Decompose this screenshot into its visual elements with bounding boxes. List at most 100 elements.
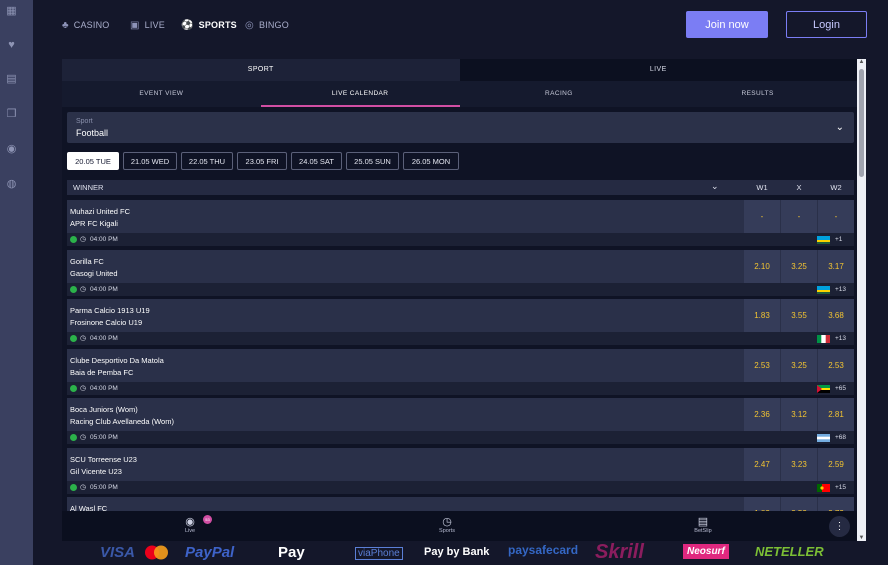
- scrollbar-thumb[interactable]: [859, 69, 864, 177]
- team-home: Parma Calcio 1913 U19: [70, 306, 150, 315]
- heart-icon[interactable]: ♥: [6, 40, 17, 51]
- clock-icon: ◷: [80, 236, 87, 243]
- odd-x-button[interactable]: 3.55: [781, 299, 817, 332]
- tab-sport[interactable]: SPORT: [62, 59, 460, 81]
- odd-w2-button[interactable]: 2.53: [818, 348, 854, 382]
- match-footer: ◷ 04:00 PM +13: [67, 282, 854, 296]
- odd-w2-button[interactable]: 2.81: [818, 398, 854, 431]
- match-row[interactable]: Clube Desportivo Da Matola Baia de Pemba …: [67, 348, 854, 396]
- sports-panel: SPORT LIVE EVENT VIEW LIVE CALENDAR RACI…: [62, 59, 857, 511]
- match-row[interactable]: Muhazi United FC APR FC Kigali - - - ◷ 04:00 P…: [67, 200, 854, 247]
- odd-w1-button[interactable]: 1.83: [744, 299, 780, 332]
- match-body[interactable]: Al Wasl FC 1.823.523.72: [67, 497, 854, 511]
- match-row[interactable]: SCU Torreense U23 Gil Vicente U23 2.47 3.23…: [67, 447, 854, 495]
- match-body[interactable]: Boca Juniors (Wom) Racing Club Avellaneda…: [67, 398, 854, 431]
- team-away: Gil Vicente U23: [70, 466, 122, 476]
- date-chip[interactable]: 24.05 SAT: [291, 152, 342, 170]
- tab-live-calendar[interactable]: LIVE CALENDAR: [260, 81, 460, 107]
- match-body[interactable]: Parma Calcio 1913 U19 Frosinone Calcio U1…: [67, 299, 854, 332]
- odd-w2-button[interactable]: 3.72: [818, 497, 854, 511]
- more-markets-link[interactable]: +13: [835, 335, 846, 342]
- tab-live[interactable]: LIVE: [459, 59, 857, 81]
- nav-bingo[interactable]: ◎ BINGO: [245, 17, 289, 33]
- nav-sports[interactable]: ⚽ SPORTS: [181, 17, 237, 33]
- odd-w2-button[interactable]: 3.68: [818, 299, 854, 332]
- mozambique-flag-icon: [817, 384, 830, 393]
- nav-live-label: LIVE: [144, 20, 165, 30]
- odd-w1-button[interactable]: 2.53: [744, 348, 780, 382]
- match-row[interactable]: Parma Calcio 1913 U19 Frosinone Calcio U1…: [67, 299, 854, 346]
- tab-racing[interactable]: RACING: [460, 81, 659, 107]
- match-body[interactable]: Muhazi United FC APR FC Kigali - - -: [67, 200, 854, 233]
- payviaphone-logo: viaPhone: [355, 547, 403, 560]
- more-options-button[interactable]: ⋮: [829, 516, 850, 537]
- date-chip[interactable]: 21.05 WED: [123, 152, 177, 170]
- secondary-tabs: EVENT VIEW LIVE CALENDAR RACING RESULTS: [62, 81, 857, 107]
- odd-x-button[interactable]: 3.52: [781, 497, 817, 511]
- chat-icon[interactable]: ◍: [6, 179, 17, 190]
- date-chip[interactable]: 22.05 THU: [181, 152, 233, 170]
- live-stream-icon: [70, 285, 77, 293]
- argentina-flag-icon: [817, 434, 830, 442]
- odd-x-button[interactable]: -: [781, 200, 817, 233]
- tab-event-view[interactable]: EVENT VIEW: [62, 81, 261, 107]
- market-header[interactable]: WINNER ⌄ W1 X W2: [67, 180, 854, 195]
- date-chip[interactable]: 23.05 FRI: [237, 152, 287, 170]
- odd-x-button[interactable]: 3.25: [781, 348, 817, 382]
- match-footer: ◷ 05:00 PM +68: [67, 431, 854, 444]
- clock-icon: ◷: [80, 285, 87, 293]
- team-home: SCU Torreense U23: [70, 454, 137, 464]
- odd-x-button[interactable]: 3.23: [781, 447, 817, 481]
- live-stream-icon: [70, 335, 77, 342]
- left-rail: ▦ ♥ ▤ ❒ ◉ ◍: [0, 0, 33, 565]
- scroll-up-icon[interactable]: ▲: [858, 59, 865, 65]
- date-chip[interactable]: 26.05 MON: [403, 152, 459, 170]
- match-time: 04:00 PM: [90, 384, 118, 392]
- scrollbar[interactable]: ▲ ▼: [857, 59, 866, 541]
- match-time: 04:00 PM: [90, 285, 118, 293]
- odd-x-button[interactable]: 3.25: [781, 249, 817, 283]
- nav-sports-label: SPORTS: [198, 20, 237, 30]
- clock-icon: ◷: [80, 434, 87, 441]
- bottom-sports[interactable]: ◷ Sports: [427, 515, 467, 534]
- grid-icon[interactable]: ▦: [6, 6, 17, 17]
- odd-w1-button[interactable]: -: [744, 200, 780, 233]
- chip-icon[interactable]: ◉: [6, 144, 17, 155]
- date-chip[interactable]: 25.05 SUN: [346, 152, 399, 170]
- match-body[interactable]: Gorilla FC Gasogi United 2.10 3.25 3.17: [67, 249, 854, 283]
- match-row[interactable]: Boca Juniors (Wom) Racing Club Avellaneda…: [67, 398, 854, 445]
- login-button[interactable]: Login: [786, 11, 867, 38]
- tab-results[interactable]: RESULTS: [658, 81, 857, 107]
- odd-w1-button[interactable]: 2.36: [744, 398, 780, 431]
- odd-x-button[interactable]: 3.12: [781, 398, 817, 431]
- applepay-label: Pay: [278, 544, 305, 561]
- odd-w2-button[interactable]: 2.59: [818, 447, 854, 481]
- more-markets-link[interactable]: +65: [835, 385, 846, 392]
- betslip-icon[interactable]: ▤: [6, 74, 17, 85]
- odd-w1-button[interactable]: 2.47: [744, 447, 780, 481]
- odd-w2-button[interactable]: -: [818, 200, 854, 233]
- nav-live[interactable]: ▣ LIVE: [130, 17, 165, 33]
- join-now-button[interactable]: Join now: [686, 11, 768, 38]
- match-row[interactable]: Gorilla FC Gasogi United 2.10 3.25 3.17 ◷ 04:0…: [67, 249, 854, 297]
- match-row[interactable]: Al Wasl FC 1.823.523.72: [67, 497, 854, 511]
- match-body[interactable]: SCU Torreense U23 Gil Vicente U23 2.47 3.23…: [67, 447, 854, 481]
- more-markets-link[interactable]: +13: [835, 286, 846, 293]
- more-markets-link[interactable]: +68: [835, 434, 846, 441]
- match-body[interactable]: Clube Desportivo Da Matola Baia de Pemba …: [67, 348, 854, 382]
- applepay-logo: Pay: [278, 544, 305, 561]
- team-away: Baia de Pemba FC: [70, 367, 134, 377]
- match-footer: ◷ 05:00 PM +15: [67, 480, 854, 494]
- gift-icon[interactable]: ❒: [6, 109, 17, 120]
- live-stream-icon: [70, 384, 77, 392]
- cards-icon: ♣: [62, 19, 69, 31]
- nav-casino[interactable]: ♣ CASINO: [62, 17, 109, 33]
- odd-w1-button[interactable]: 1.82: [744, 497, 780, 511]
- odd-w2-button[interactable]: 3.17: [818, 249, 854, 283]
- date-chip[interactable]: 20.05 TUE: [67, 152, 119, 170]
- sport-select[interactable]: Sport Football ⌄: [67, 112, 854, 143]
- more-markets-link[interactable]: +15: [835, 484, 846, 491]
- bottom-betslip[interactable]: ▤ BetSlip: [683, 515, 723, 534]
- more-markets-link[interactable]: +1: [835, 236, 842, 243]
- odd-w1-button[interactable]: 2.10: [744, 249, 780, 283]
